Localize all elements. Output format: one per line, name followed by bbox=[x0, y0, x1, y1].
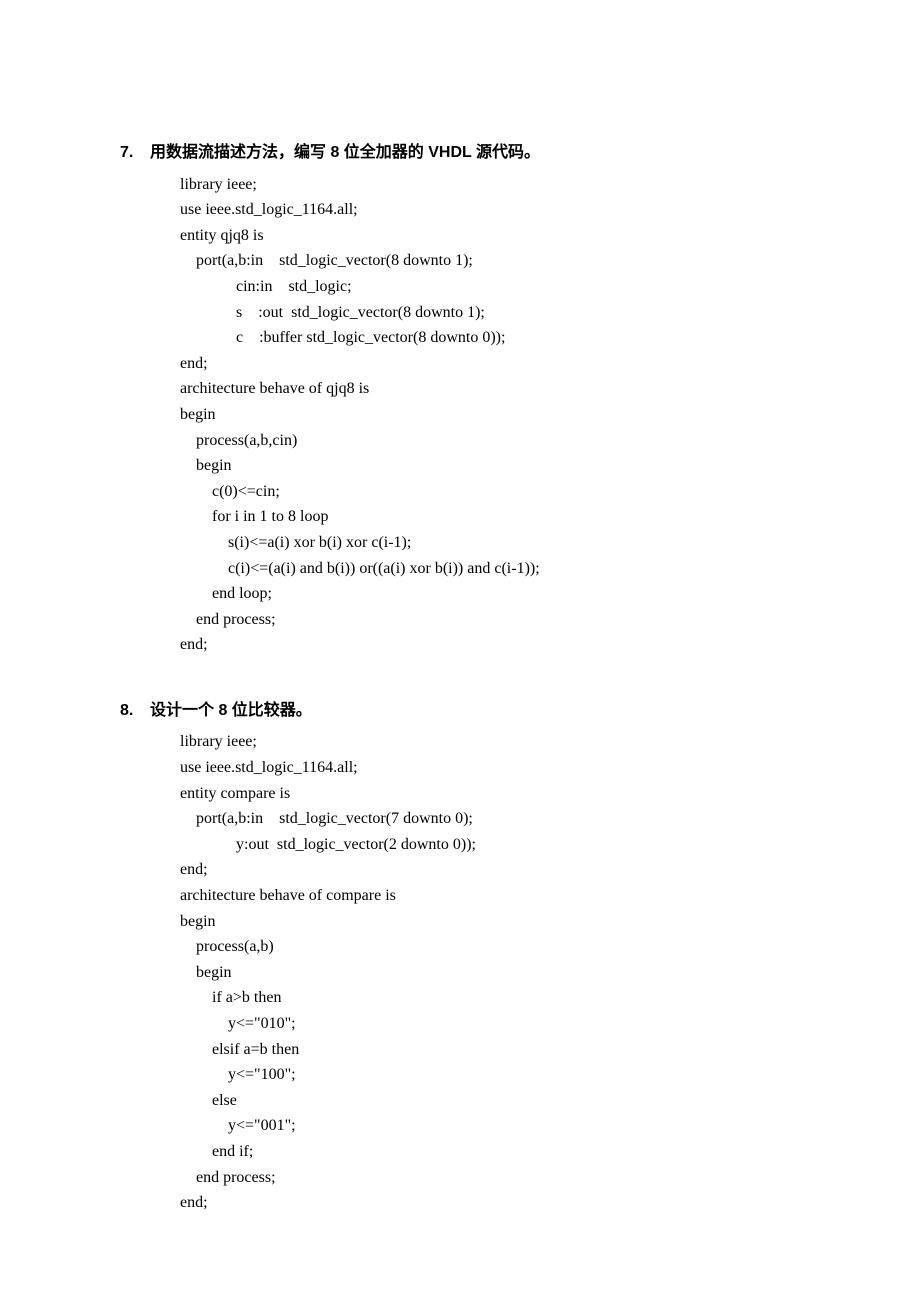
document-page: 7. 用数据流描述方法，编写 8 位全加器的 VHDL 源代码。 library… bbox=[0, 0, 920, 1316]
section-7-code: library ieee; use ieee.std_logic_1164.al… bbox=[180, 172, 800, 658]
section-7-number: 7. bbox=[120, 140, 150, 166]
section-8-code: library ieee; use ieee.std_logic_1164.al… bbox=[180, 729, 800, 1215]
section-8-number: 8. bbox=[120, 698, 150, 724]
section-8-heading: 8. 设计一个 8 位比较器。 bbox=[120, 698, 800, 724]
section-7-title: 用数据流描述方法，编写 8 位全加器的 VHDL 源代码。 bbox=[150, 140, 540, 166]
section-7: 7. 用数据流描述方法，编写 8 位全加器的 VHDL 源代码。 library… bbox=[120, 140, 800, 658]
section-8: 8. 设计一个 8 位比较器。 library ieee; use ieee.s… bbox=[120, 698, 800, 1216]
section-8-title: 设计一个 8 位比较器。 bbox=[150, 698, 312, 724]
section-7-heading: 7. 用数据流描述方法，编写 8 位全加器的 VHDL 源代码。 bbox=[120, 140, 800, 166]
